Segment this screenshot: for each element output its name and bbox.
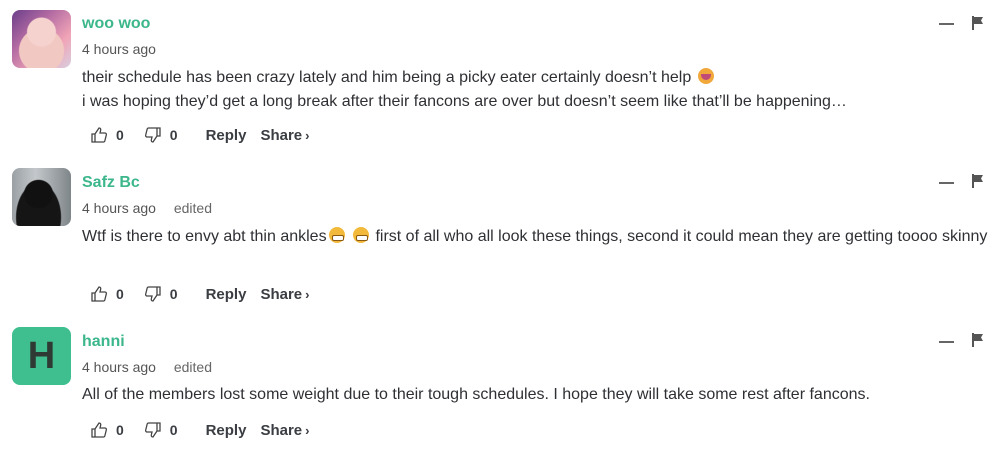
comment-time[interactable]: 4 hours ago (82, 41, 156, 57)
comment-text-line: their schedule has been crazy lately and… (82, 69, 692, 86)
edited-label: edited (173, 359, 212, 375)
comment-author[interactable]: hanni (82, 333, 125, 351)
thumbs-down-icon[interactable] (144, 126, 162, 144)
collapse-icon[interactable] (939, 341, 954, 343)
share-button[interactable]: Share › (260, 127, 309, 144)
edited-label: edited (173, 200, 212, 216)
flag-icon[interactable] (972, 333, 984, 347)
share-button[interactable]: Share › (260, 422, 309, 439)
thumbs-down-icon[interactable] (144, 421, 162, 439)
avatar[interactable]: H (12, 327, 71, 385)
share-label: Share (260, 126, 303, 144)
chevron-right-icon: › (305, 286, 310, 302)
thumbs-up-icon[interactable] (90, 126, 108, 144)
thumbs-up-icon[interactable] (90, 285, 108, 303)
thumbs-down-icon[interactable] (144, 285, 162, 303)
comment-actions: 0 0 Reply Share › (90, 282, 310, 306)
crying-emoji-icon (697, 68, 714, 84)
comment-author[interactable]: Safz Bc (82, 174, 140, 192)
comment-author[interactable]: woo woo (82, 15, 150, 33)
grimacing-emoji-icon (353, 227, 370, 243)
comment: woo woo 4 hours ago their schedule has b… (0, 10, 1006, 155)
reply-button[interactable]: Reply (206, 422, 247, 439)
comment-time[interactable]: 4 hours ago (82, 359, 156, 375)
share-button[interactable]: Share › (260, 286, 309, 303)
comment-text-line: i was hoping they’d get a long break aft… (82, 93, 847, 110)
flag-icon[interactable] (972, 16, 984, 30)
avatar[interactable] (12, 168, 71, 226)
comment-text-part: first of all who all look these things, … (371, 228, 988, 245)
comment-actions: 0 0 Reply Share › (90, 123, 310, 147)
reply-button[interactable]: Reply (206, 286, 247, 303)
comment-meta: 4 hours ago edited (82, 200, 212, 216)
dislike-count: 0 (169, 286, 178, 302)
like-count: 0 (116, 127, 124, 143)
like-count: 0 (116, 286, 124, 302)
dislike-count: 0 (169, 422, 178, 438)
comment-actions: 0 0 Reply Share › (90, 418, 310, 442)
comment-text-part: Wtf is there to envy abt thin ankles (82, 228, 327, 245)
comment-meta: 4 hours ago (82, 41, 156, 57)
flag-icon[interactable] (972, 174, 984, 188)
comment-meta: 4 hours ago edited (82, 359, 212, 375)
thumbs-up-icon[interactable] (90, 421, 108, 439)
collapse-icon[interactable] (939, 23, 954, 25)
chevron-right-icon: › (305, 422, 310, 438)
avatar[interactable] (12, 10, 71, 68)
comment-text: Wtf is there to envy abt thin ankles fir… (82, 225, 992, 249)
chevron-right-icon: › (305, 127, 310, 143)
grimacing-emoji-icon (328, 227, 345, 243)
share-label: Share (260, 421, 303, 439)
avatar-letter: H (27, 334, 56, 377)
collapse-icon[interactable] (939, 182, 954, 184)
dislike-count: 0 (169, 127, 178, 143)
comment: H hanni 4 hours ago edited All of the me… (0, 327, 1006, 447)
comment: Safz Bc 4 hours ago edited Wtf is there … (0, 168, 1006, 308)
reply-button[interactable]: Reply (206, 127, 247, 144)
like-count: 0 (116, 422, 124, 438)
share-label: Share (260, 285, 303, 303)
comment-text: their schedule has been crazy lately and… (82, 66, 992, 114)
comment-time[interactable]: 4 hours ago (82, 200, 156, 216)
comment-text: All of the members lost some weight due … (82, 386, 870, 403)
